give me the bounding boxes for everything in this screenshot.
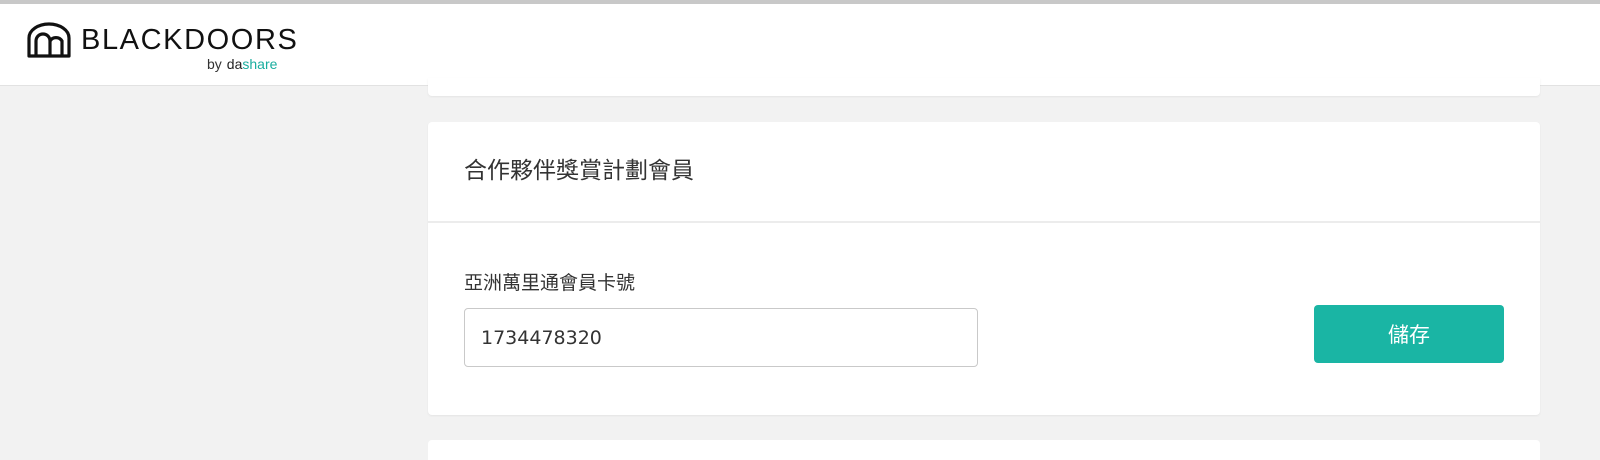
save-button[interactable]: 儲存	[1314, 305, 1504, 363]
arch-door-logo-icon	[27, 22, 71, 58]
membership-number-input[interactable]	[464, 308, 978, 367]
card-title: 合作夥伴獎賞計劃會員	[464, 158, 694, 184]
membership-number-label: 亞洲萬里通會員卡號	[464, 272, 636, 294]
card-divider	[428, 221, 1540, 223]
previous-card-bottom	[428, 78, 1540, 96]
brand-logo[interactable]: BLACKDOORS by dashare	[26, 18, 326, 78]
brand-name: BLACKDOORS	[81, 24, 299, 56]
brand-byline: by dashare	[207, 55, 277, 73]
next-card-top	[428, 440, 1540, 460]
byline-partner-prefix: da	[226, 56, 243, 72]
site-header: BLACKDOORS by dashare	[0, 4, 1600, 86]
partner-rewards-card: 合作夥伴獎賞計劃會員 亞洲萬里通會員卡號 儲存	[428, 122, 1540, 415]
byline-by: by	[207, 56, 222, 72]
byline-partner-suffix: share	[242, 56, 278, 72]
